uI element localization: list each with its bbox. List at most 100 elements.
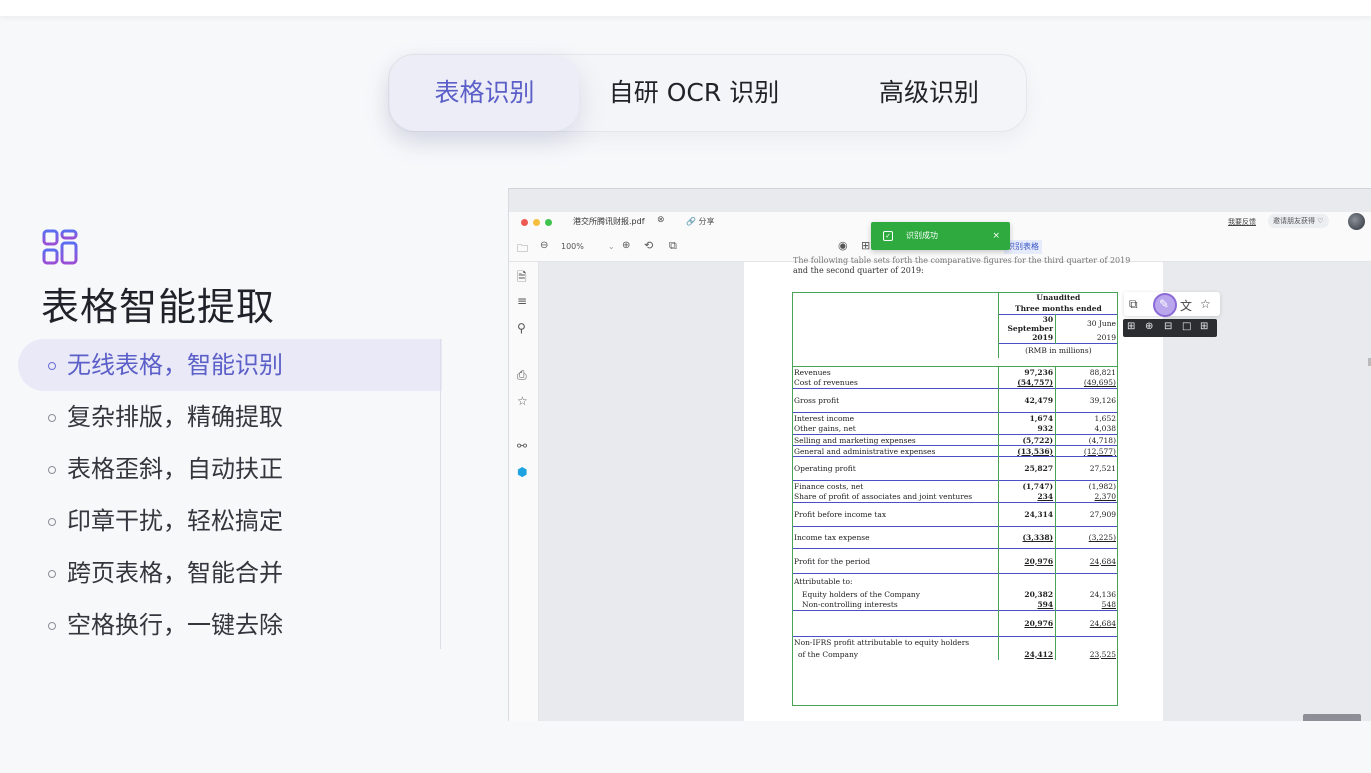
layout-grid-icon	[42, 229, 78, 265]
income-statement-table: Unaudited Three months ended 30 Septembe…	[792, 292, 1118, 660]
table-row: Interest income 1,674 1,652	[792, 412, 1118, 424]
table-grid-icon[interactable]: ⊞	[1127, 321, 1135, 332]
app-screenshot: 港交所腾讯财报.pdf ⊗ 🔗 分享 我要反馈 邀请朋友获得 ♡ 🗀 ⊖ 100…	[508, 188, 1371, 721]
intro-line: and the second quarter of 2019:	[793, 266, 924, 275]
table-row: Operating profit 25,827 27,521	[792, 456, 1118, 481]
bullet-icon	[48, 362, 56, 370]
table-cell	[792, 303, 998, 314]
zoom-level[interactable]: 100%	[561, 242, 584, 251]
page-indicator	[1303, 714, 1361, 721]
close-icon[interactable]: ×	[992, 222, 1000, 250]
table-row: Selling and marketing expenses (5,722) (…	[792, 434, 1118, 446]
header-col1-date: 30 September	[997, 313, 1057, 333]
tab-ocr-recognition[interactable]: 自研 OCR 识别	[589, 55, 799, 131]
bullet-icon	[48, 622, 56, 630]
table-cell	[792, 292, 998, 303]
table-row: Profit before income tax 24,314 27,909	[792, 502, 1118, 527]
eye-icon[interactable]: ◉	[838, 239, 848, 252]
bullet-icon	[48, 414, 56, 422]
header-unaudited: Unaudited	[997, 292, 1118, 303]
success-toast: ✓ 识别成功 ×	[871, 222, 1010, 250]
star-icon[interactable]: ☆	[517, 394, 528, 408]
zoom-out-icon[interactable]: ⊖	[540, 240, 548, 251]
feature-item[interactable]: 表格歪斜，自动扶正	[18, 443, 442, 495]
table-cell	[792, 333, 998, 344]
table-row: Equity holders of the Company 20,382 24,…	[802, 588, 1116, 600]
feature-item[interactable]: 无线表格，智能识别	[18, 339, 442, 391]
translate-icon[interactable]: 文	[1180, 297, 1192, 314]
bullet-icon	[48, 570, 56, 578]
header-col1-year: 2019	[997, 332, 1057, 344]
table-row: Finance costs, net (1,747) (1,982)	[792, 480, 1118, 492]
bullet-icon	[48, 518, 56, 526]
table-cell	[792, 344, 998, 358]
table-row: 20,976 24,684	[792, 610, 1118, 637]
table-row: Other gains, net 932 4,038	[794, 423, 1116, 435]
divider	[509, 188, 1371, 189]
file-tab-title[interactable]: 港交所腾讯财报.pdf	[573, 216, 645, 227]
floating-toolbar: ⧉ ✎ 文 ☆	[1124, 292, 1220, 317]
invite-button[interactable]: 邀请朋友获得 ♡	[1268, 214, 1329, 228]
document-icon[interactable]: 🗎	[517, 268, 527, 289]
feature-item[interactable]: 空格换行，一键去除	[18, 599, 442, 651]
copy-icon[interactable]: ⧉	[1129, 297, 1138, 312]
table-row: Share of profit of associates and joint …	[794, 491, 1116, 503]
feedback-link[interactable]: 我要反馈	[1228, 217, 1256, 227]
insert-column-icon[interactable]: ⊕	[1145, 321, 1153, 332]
close-window-icon[interactable]	[521, 219, 528, 226]
table-row: of the Company 24,412 23,525	[798, 648, 1116, 660]
table-spacer	[792, 358, 1118, 367]
rotate-icon[interactable]: ⟲	[644, 239, 653, 252]
table-row: Non-IFRS profit attributable to equity h…	[792, 636, 1118, 649]
share-nodes-icon[interactable]: ⚯	[517, 439, 527, 453]
header-unit: (RMB in millions)	[997, 343, 1118, 358]
apps-icon[interactable]: ⊞	[1200, 321, 1208, 332]
table-row: Profit for the period 20,976 24,684	[792, 548, 1118, 574]
pdf-page: The following table sets forth the compa…	[744, 256, 1163, 721]
bullet-icon	[48, 466, 56, 474]
star-icon[interactable]: ☆	[1200, 297, 1211, 311]
divider	[440, 339, 441, 649]
tab-advanced-recognition[interactable]: 高级识别	[829, 55, 1029, 131]
table-row: Non-controlling interests 594 548	[802, 599, 1116, 611]
outline-icon[interactable]: ≡	[517, 294, 527, 308]
feature-item[interactable]: 复杂排版，精确提取	[18, 391, 442, 443]
close-tab-icon[interactable]: ⊗	[657, 215, 665, 225]
top-bar	[0, 0, 1371, 16]
app-logo-icon[interactable]: ⬢	[517, 465, 527, 479]
intro-line-cut: The following table sets forth the compa…	[793, 256, 1131, 265]
feature-list: 无线表格，智能识别 复杂排版，精确提取 表格歪斜，自动扶正 印章干扰，轻松搞定 …	[18, 339, 442, 651]
feature-item[interactable]: 跨页表格，智能合并	[18, 547, 442, 599]
folder-icon[interactable]: 🗀	[517, 240, 528, 259]
recognition-tabs: 表格识别 自研 OCR 识别 高级识别	[388, 54, 1027, 132]
tab-table-recognition[interactable]: 表格识别	[390, 55, 579, 131]
stamp-icon[interactable]: ⎙	[517, 368, 527, 383]
check-icon: ✓	[883, 231, 893, 241]
table-row: General and administrative expenses (13,…	[792, 445, 1118, 457]
share-button[interactable]: 🔗 分享	[686, 216, 715, 227]
table-icon[interactable]: ⊞	[861, 239, 870, 252]
header-col2-year: 2019	[1096, 333, 1116, 343]
table-row: Income tax expense (3,338) (3,225)	[792, 526, 1118, 549]
merge-cells-icon[interactable]: ⊟	[1164, 321, 1172, 332]
crop-icon[interactable]: ⧉	[669, 239, 677, 253]
table-row: Revenues 97,236 88,821	[792, 366, 1118, 378]
feature-item[interactable]: 印章干扰，轻松搞定	[18, 495, 442, 547]
table-row: Attributable to:	[792, 573, 1118, 589]
header-three-months: Three months ended	[997, 303, 1118, 314]
edit-icon[interactable]: ✎	[1159, 297, 1169, 311]
toast-message: 识别成功	[906, 231, 938, 240]
minimize-window-icon[interactable]	[533, 219, 540, 226]
table-row: Gross profit 42,479 39,126	[792, 388, 1118, 413]
header-col2-date: 30 June	[1055, 313, 1118, 333]
search-icon[interactable]: ⚲	[517, 321, 526, 335]
avatar[interactable]	[1348, 213, 1365, 230]
chevron-down-icon[interactable]: ⌄	[608, 242, 615, 251]
maximize-window-icon[interactable]	[545, 219, 552, 226]
table-tools-bar: ⊞ ⊕ ⊟ □ ⊞	[1123, 319, 1217, 337]
feature-title: 表格智能提取	[41, 285, 276, 329]
table-row: Cost of revenues (54,757) (49,695)	[794, 377, 1116, 389]
cell-icon[interactable]: □	[1182, 321, 1191, 332]
table-cell	[792, 314, 998, 333]
zoom-in-icon[interactable]: ⊕	[622, 240, 630, 251]
